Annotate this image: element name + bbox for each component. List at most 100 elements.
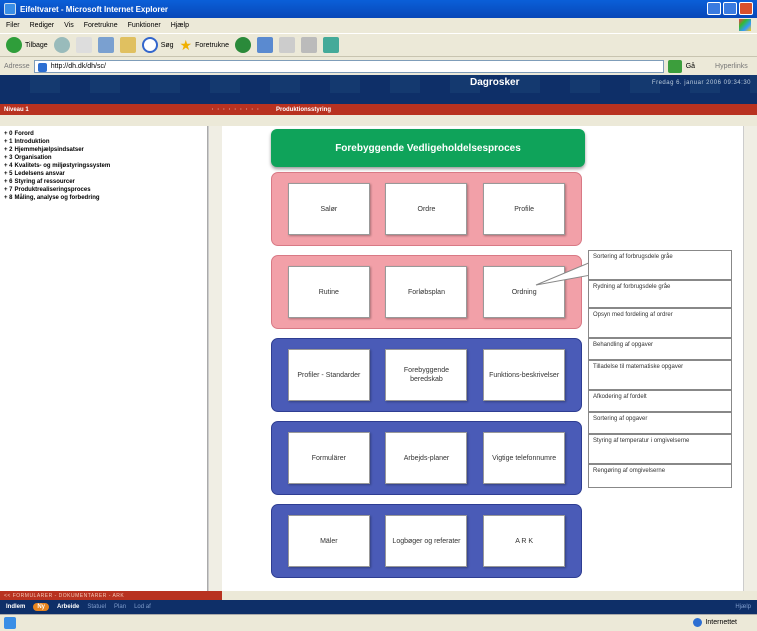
section-title: Produktionsstyring: [276, 106, 332, 113]
sidebar-item-produkt[interactable]: + 7 Produktrealiseringsproces: [4, 186, 203, 194]
new-badge: Ny: [33, 603, 50, 611]
ie-logo-icon: [4, 3, 16, 15]
go-button[interactable]: [667, 59, 682, 73]
content-scrollbar[interactable]: [743, 126, 757, 591]
search-label: Søg: [160, 41, 174, 49]
callout-item[interactable]: Afkodering af fordelt: [588, 390, 732, 412]
sidebar-nav: + 0 Forord + 1 Introduktion + 2 Hjemmehjælp…: [0, 126, 208, 591]
diagram-card[interactable]: Vigtige telefonnumre: [483, 432, 566, 484]
nav-prefix: + 6: [4, 179, 13, 185]
go-label[interactable]: Gå: [686, 63, 695, 70]
home-icon[interactable]: [119, 37, 136, 53]
window-title: Eifeltvaret - Microsoft Internet Explore…: [20, 4, 169, 14]
sidebar-item-forord[interactable]: + 0 Forord: [4, 130, 203, 138]
callout-item[interactable]: Rengøring af omgivelserne: [588, 464, 732, 488]
stop-icon[interactable]: [75, 37, 92, 53]
callout-item[interactable]: Behandling af opgaver: [588, 338, 732, 360]
maximize-button[interactable]: [723, 2, 737, 15]
callout-item[interactable]: Styring af temperatur i omgivelserne: [588, 434, 732, 464]
diagram-group-2: Rutine Forløbsplan Ordning: [271, 255, 582, 329]
back-label: Tilbage: [25, 41, 48, 49]
address-input[interactable]: http://dh.dk/dh/sc/: [33, 59, 664, 73]
sidebar-item-hjemmehjaelp[interactable]: + 2 Hjemmehjælpsindsatser: [4, 146, 203, 154]
callout-item[interactable]: Sortering af forbrugsdele gråe: [588, 250, 732, 280]
nav-label: Kvalitets- og miljøstyringssystem: [14, 163, 111, 169]
sidebar-item-kvalitet[interactable]: + 4 Kvalitets- og miljøstyringssystem: [4, 162, 203, 170]
nav-prefix: + 8: [4, 195, 13, 201]
star-icon: ★: [179, 36, 193, 53]
header-datetime: Fredag 6. januar 2006 09:34:30: [651, 80, 751, 86]
bottom-nav-indlem[interactable]: Indlem: [6, 604, 25, 610]
diagram-card[interactable]: Formulärer: [287, 432, 370, 484]
site-logo[interactable]: Dagrosker: [470, 77, 519, 88]
diagram-card[interactable]: Arbejds-planer: [385, 432, 468, 484]
bottom-nav: Indlem Ny Arbeide Statuel Plan Lod af Hj…: [0, 600, 757, 614]
menu-bar: Filer Rediger Vis Foretrukne Funktioner …: [0, 18, 757, 32]
mail-icon[interactable]: [278, 37, 295, 53]
diagram-card[interactable]: Salør: [287, 183, 370, 235]
security-zone: Internettet: [693, 618, 737, 627]
nav-prefix: + 1: [4, 139, 13, 145]
diagram-card[interactable]: Forløbsplan: [385, 266, 468, 318]
diagram-card[interactable]: Profile: [483, 183, 566, 235]
back-arrow-icon: [6, 37, 22, 53]
history-icon[interactable]: [256, 37, 273, 53]
bottom-nav-plan[interactable]: Plan: [114, 604, 126, 610]
refresh-icon[interactable]: [97, 37, 114, 53]
bottom-nav-lod[interactable]: Lod af: [134, 604, 151, 610]
nav-prefix: + 2: [4, 147, 13, 153]
sidebar-item-organisation[interactable]: + 3 Organisation: [4, 154, 203, 162]
bottom-nav-arbeide[interactable]: Arbeide: [57, 604, 79, 610]
diagram-card[interactable]: Logbøger og referater: [385, 515, 468, 567]
links-label[interactable]: Hyperlinks: [715, 63, 748, 70]
callout-item[interactable]: Sortering af opgaver: [588, 412, 732, 434]
sidebar-item-ledelse[interactable]: + 5 Ledelsens ansvar: [4, 170, 203, 178]
sidebar-item-introduktion[interactable]: + 1 Introduktion: [4, 138, 203, 146]
nav-label: Introduktion: [14, 139, 50, 145]
header-top: Dagrosker Fredag 6. januar 2006 09:34:30: [0, 75, 757, 93]
window-controls: [707, 2, 753, 15]
diagram-card[interactable]: Ordre: [385, 183, 468, 235]
header-red-bar: Niveau 1 · · · · · · · · · Produktionsst…: [0, 104, 757, 115]
user-level-area: Niveau 1 · · · · · · · · ·: [0, 107, 266, 113]
search-button[interactable]: Søg: [141, 36, 174, 54]
sidebar-scrollbar[interactable]: [208, 126, 222, 591]
menu-edit[interactable]: Rediger: [30, 22, 55, 29]
bottom-red-bar[interactable]: << FORMULARER - DOKUMENTARER - ARK: [0, 591, 222, 600]
nav-label: Måling, analyse og forbedring: [14, 195, 100, 201]
diagram-card[interactable]: Profiler - Standarder: [287, 349, 370, 401]
menu-file[interactable]: Filer: [6, 22, 20, 29]
close-button[interactable]: [739, 2, 753, 15]
bottom-nav-help[interactable]: Hjælp: [735, 604, 751, 610]
windows-logo-icon: [739, 19, 751, 31]
bottom-nav-statuel[interactable]: Statuel: [87, 604, 106, 610]
menu-help[interactable]: Hjælp: [171, 22, 189, 29]
sidebar-item-ressourcer[interactable]: + 6 Styring af ressourcer: [4, 178, 203, 186]
diagram-card[interactable]: Forebyggende beredskab: [385, 349, 468, 401]
diagram-card[interactable]: A R K: [483, 515, 566, 567]
nav-prefix: + 7: [4, 187, 13, 193]
user-level: Niveau 1: [4, 106, 29, 113]
diagram-card[interactable]: Funktions-beskrivelser: [483, 349, 566, 401]
nav-prefix: + 0: [4, 131, 13, 137]
forward-arrow-icon[interactable]: [53, 37, 70, 53]
favorites-button[interactable]: ★ Foretrukne: [180, 36, 229, 54]
diagram-card[interactable]: Mäler: [287, 515, 370, 567]
callout-item[interactable]: Opsyn med fordeling af ordrer: [588, 308, 732, 338]
diagram-card[interactable]: Rutine: [287, 266, 370, 318]
messenger-icon[interactable]: [322, 37, 339, 53]
back-button[interactable]: Tilbage: [6, 36, 48, 54]
zone-label: Internettet: [705, 619, 737, 626]
menu-view[interactable]: Vis: [64, 22, 74, 29]
nav-prefix: + 4: [4, 163, 13, 169]
print-icon[interactable]: [300, 37, 317, 53]
callout-item[interactable]: Tilladelse til matematiske opgaver: [588, 360, 732, 390]
minimize-button[interactable]: [707, 2, 721, 15]
menu-tools[interactable]: Funktioner: [128, 22, 161, 29]
media-icon[interactable]: [234, 37, 251, 53]
sidebar-item-maaling[interactable]: + 8 Måling, analyse og forbedring: [4, 194, 203, 202]
diagram-card[interactable]: Ordning: [483, 266, 566, 318]
menu-favorites[interactable]: Foretrukne: [84, 22, 118, 29]
status-bar: Internettet: [0, 614, 757, 631]
callout-item[interactable]: Rydning af forbrugsdele gråe: [588, 280, 732, 308]
